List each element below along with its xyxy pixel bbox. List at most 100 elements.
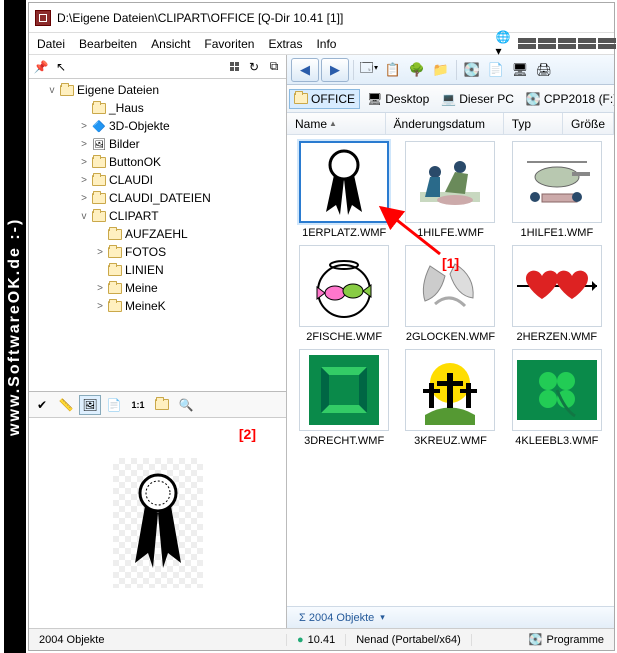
file-grid[interactable]: [1] 1ERPLATZ.WMF1HILFE.WMF1HILFE1.WMF2FI… <box>287 135 614 606</box>
portrait-icon[interactable]: 📄 <box>103 395 125 415</box>
drive-icon: 💽 <box>526 92 541 106</box>
menubar: Datei Bearbeiten Ansicht Favoriten Extra… <box>29 33 614 55</box>
pointer-icon[interactable]: ↖ <box>53 59 69 75</box>
tree-item[interactable]: >Meine <box>33 279 286 297</box>
breadcrumb[interactable]: OFFICE 🖥 Desktop 💻 Dieser PC 💽 CPP2018 (… <box>287 85 614 113</box>
tree-item[interactable]: LINIEN <box>33 261 286 279</box>
tree-label: Eigene Dateien <box>77 83 159 97</box>
tree-item[interactable]: >ButtonOK <box>33 153 286 171</box>
app-window: D:\Eigene Dateien\CLIPART\OFFICE [Q-Dir … <box>28 2 615 651</box>
thumb-caption: 2HERZEN.WMF <box>516 331 597 343</box>
views-icon[interactable]: 🗔▾ <box>358 59 380 81</box>
col-type[interactable]: Typ <box>504 113 563 134</box>
tree-item[interactable]: AUFZAEHL <box>33 225 286 243</box>
new-window-icon[interactable]: ⧉ <box>266 59 282 75</box>
check-icon[interactable]: ✔ <box>31 395 53 415</box>
status-user: Nenad (Portabel/x64) <box>346 634 472 646</box>
col-date[interactable]: Änderungsdatum <box>386 113 504 134</box>
thumb-image <box>405 349 495 431</box>
tree-item[interactable]: >MeineK <box>33 297 286 315</box>
zoom-icon[interactable]: 🔍 <box>175 395 197 415</box>
thumb-caption: 1HILFE.WMF <box>417 227 484 239</box>
layout-1-icon[interactable] <box>514 35 532 53</box>
thumb-caption: 3KREUZ.WMF <box>414 435 487 447</box>
drive-icon[interactable]: 💽 <box>461 59 483 81</box>
layout-5-icon[interactable] <box>594 35 612 53</box>
tree-item[interactable]: >FOTOS <box>33 243 286 261</box>
globe-icon[interactable]: 🌐▾ <box>494 35 512 53</box>
explorer-toolbar: ◀ ▶ 🗔▾ 📋 🌳 📁 💽 📄 🖥 🖨 <box>287 55 614 85</box>
thumb-image <box>405 141 495 223</box>
monitor-icon[interactable]: 🖥 <box>509 59 531 81</box>
grid-view-icon[interactable] <box>226 59 242 75</box>
file-thumb[interactable]: 2HERZEN.WMF <box>506 245 608 343</box>
thumb-caption: 1HILFE1.WMF <box>520 227 593 239</box>
file-thumb[interactable]: 2FISCHE.WMF <box>293 245 395 343</box>
pane-status: Σ 2004 Objekte ▾ <box>287 606 614 628</box>
preview-image <box>113 458 203 588</box>
main-body: 📌 ↖ ↻ ⧉ v Eigene Dateien _Haus>🔷3D-Objek… <box>29 55 614 628</box>
layout-4-icon[interactable] <box>574 35 592 53</box>
menu-ansicht[interactable]: Ansicht <box>145 35 196 53</box>
menu-datei[interactable]: Datei <box>31 35 71 53</box>
refresh-icon[interactable]: ↻ <box>246 59 262 75</box>
crumb-current[interactable]: OFFICE <box>289 89 360 109</box>
right-pane: ◀ ▶ 🗔▾ 📋 🌳 📁 💽 📄 🖥 🖨 OFFICE � <box>287 55 614 628</box>
folder-tree[interactable]: v Eigene Dateien _Haus>🔷3D-Objekte>🖼Bild… <box>29 79 286 392</box>
doc-icon[interactable]: 📄 <box>485 59 507 81</box>
globe-icon: ● <box>297 634 304 646</box>
menu-info[interactable]: Info <box>310 35 342 53</box>
file-thumb[interactable]: 1HILFE1.WMF <box>506 141 608 239</box>
menu-bearbeiten[interactable]: Bearbeiten <box>73 35 143 53</box>
preview-toolbar: ✔ 📏 🖼 📄 1:1 🔍 <box>29 392 286 418</box>
tree-root[interactable]: v Eigene Dateien <box>33 81 286 99</box>
tree-toggle-icon[interactable]: 🌳 <box>406 59 428 81</box>
file-thumb[interactable]: 3DRECHT.WMF <box>293 349 395 447</box>
annotation-2: [2] <box>239 426 256 442</box>
tree-item[interactable]: _Haus <box>33 99 286 117</box>
file-thumb[interactable]: 3KREUZ.WMF <box>399 349 501 447</box>
crumb-desktop[interactable]: 🖥 Desktop <box>362 89 434 109</box>
tree-item[interactable]: >🖼Bilder <box>33 135 286 153</box>
file-thumb[interactable]: 1ERPLATZ.WMF <box>293 141 395 239</box>
crumb-pc[interactable]: 💻 Dieser PC <box>436 89 519 109</box>
preview-pane: [2] <box>29 418 286 628</box>
left-pane: 📌 ↖ ↻ ⧉ v Eigene Dateien _Haus>🔷3D-Objek… <box>29 55 287 628</box>
titlebar: D:\Eigene Dateien\CLIPART\OFFICE [Q-Dir … <box>29 3 614 33</box>
window-title: D:\Eigene Dateien\CLIPART\OFFICE [Q-Dir … <box>57 11 343 25</box>
one-to-one-icon[interactable]: 1:1 <box>127 395 149 415</box>
tree-item[interactable]: >CLAUDI <box>33 171 286 189</box>
tree-item[interactable]: vCLIPART <box>33 207 286 225</box>
crumb-drive[interactable]: 💽 CPP2018 (F:) <box>521 89 614 109</box>
thumb-image <box>512 141 602 223</box>
statusbar: 2004 Objekte ● 10.41 Nenad (Portabel/x64… <box>29 628 614 650</box>
copy-icon[interactable]: 📋 <box>382 59 404 81</box>
folder-up-icon[interactable]: 📁 <box>430 59 452 81</box>
thumb-image <box>512 349 602 431</box>
thumb-image <box>405 245 495 327</box>
tree-item[interactable]: >CLAUDI_DATEIEN <box>33 189 286 207</box>
menu-favoriten[interactable]: Favoriten <box>198 35 260 53</box>
tree-item[interactable]: >🔷3D-Objekte <box>33 117 286 135</box>
ruler-icon[interactable]: 📏 <box>55 395 77 415</box>
file-thumb[interactable]: 2GLOCKEN.WMF <box>399 245 501 343</box>
status-objects: 2004 Objekte <box>29 634 287 646</box>
column-headers[interactable]: Name▲ Änderungsdatum Typ Größe <box>287 113 614 135</box>
app-icon <box>35 10 51 26</box>
landscape-icon[interactable]: 🖼 <box>79 395 101 415</box>
layout-3-icon[interactable] <box>554 35 572 53</box>
file-thumb[interactable]: 4KLEEBL3.WMF <box>506 349 608 447</box>
layout-2-icon[interactable] <box>534 35 552 53</box>
col-size[interactable]: Größe <box>563 113 614 134</box>
back-button[interactable]: ◀ <box>291 58 319 82</box>
print-icon[interactable]: 🖨 <box>533 59 555 81</box>
thumb-caption: 4KLEEBL3.WMF <box>515 435 598 447</box>
forward-button[interactable]: ▶ <box>321 58 349 82</box>
status-right: 💽 Programme <box>519 633 614 646</box>
file-thumb[interactable]: 1HILFE.WMF <box>399 141 501 239</box>
thumb-image <box>299 245 389 327</box>
menu-extras[interactable]: Extras <box>262 35 308 53</box>
folder-pv-icon[interactable] <box>151 395 173 415</box>
col-name[interactable]: Name▲ <box>287 113 386 134</box>
pin-icon[interactable]: 📌 <box>33 59 49 75</box>
